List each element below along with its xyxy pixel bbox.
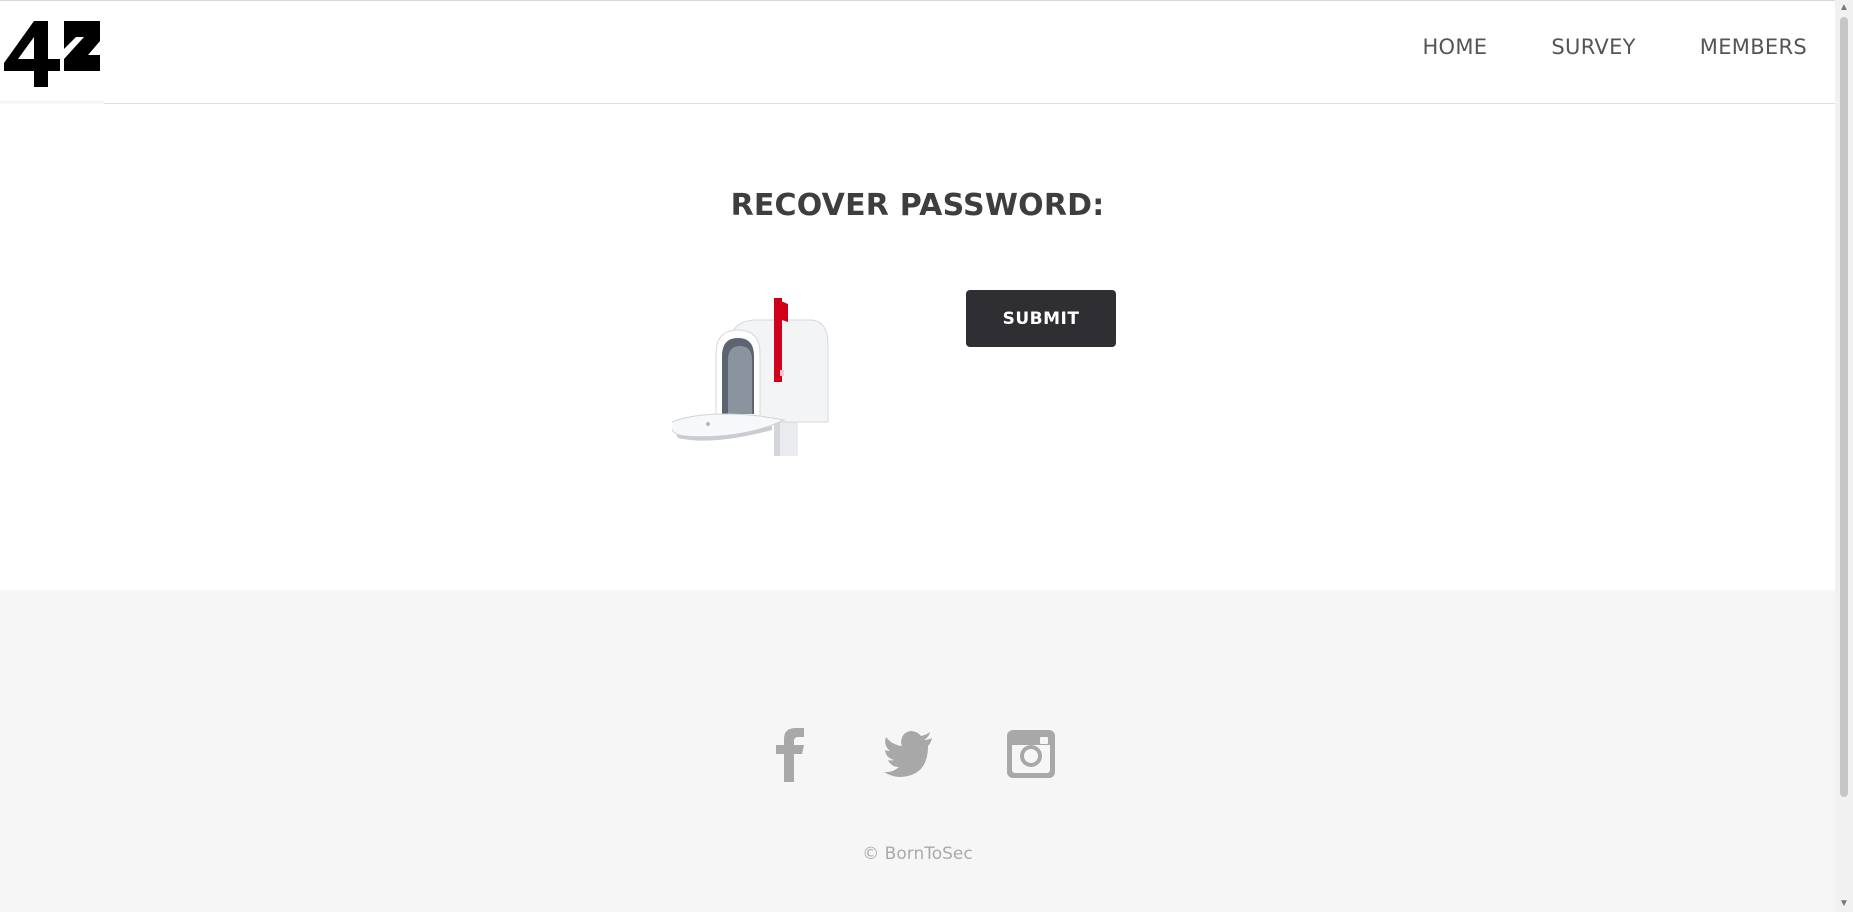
site-footer: © BornToSec [0, 590, 1835, 912]
nav-home[interactable]: HOME [1422, 35, 1487, 59]
nav-members[interactable]: MEMBERS [1700, 35, 1807, 59]
page: HOME SURVEY MEMBERS RECOVER PASSWORD: SU… [0, 0, 1853, 912]
scrollbar-thumb[interactable] [1840, 17, 1848, 797]
copyright-text: © BornToSec [862, 844, 973, 864]
twitter-icon[interactable] [884, 726, 934, 782]
scroll-up-arrow-icon[interactable]: ▲ [1835, 0, 1853, 16]
page-title: RECOVER PASSWORD: [730, 188, 1105, 223]
facebook-icon[interactable] [766, 726, 816, 782]
nav-survey[interactable]: SURVEY [1551, 35, 1635, 59]
main-nav: HOME SURVEY MEMBERS [1358, 35, 1807, 59]
mailbox-icon [672, 298, 829, 456]
logo-42-icon [4, 21, 100, 87]
instagram-icon[interactable] [1006, 726, 1056, 782]
vertical-scrollbar[interactable]: ▲ ▼ [1835, 0, 1853, 912]
submit-button[interactable]: SUBMIT [966, 290, 1116, 347]
site-header: HOME SURVEY MEMBERS [0, 1, 1835, 104]
recover-password-section: RECOVER PASSWORD: SUBMIT [0, 104, 1835, 590]
scroll-down-arrow-icon[interactable]: ▼ [1835, 896, 1853, 912]
